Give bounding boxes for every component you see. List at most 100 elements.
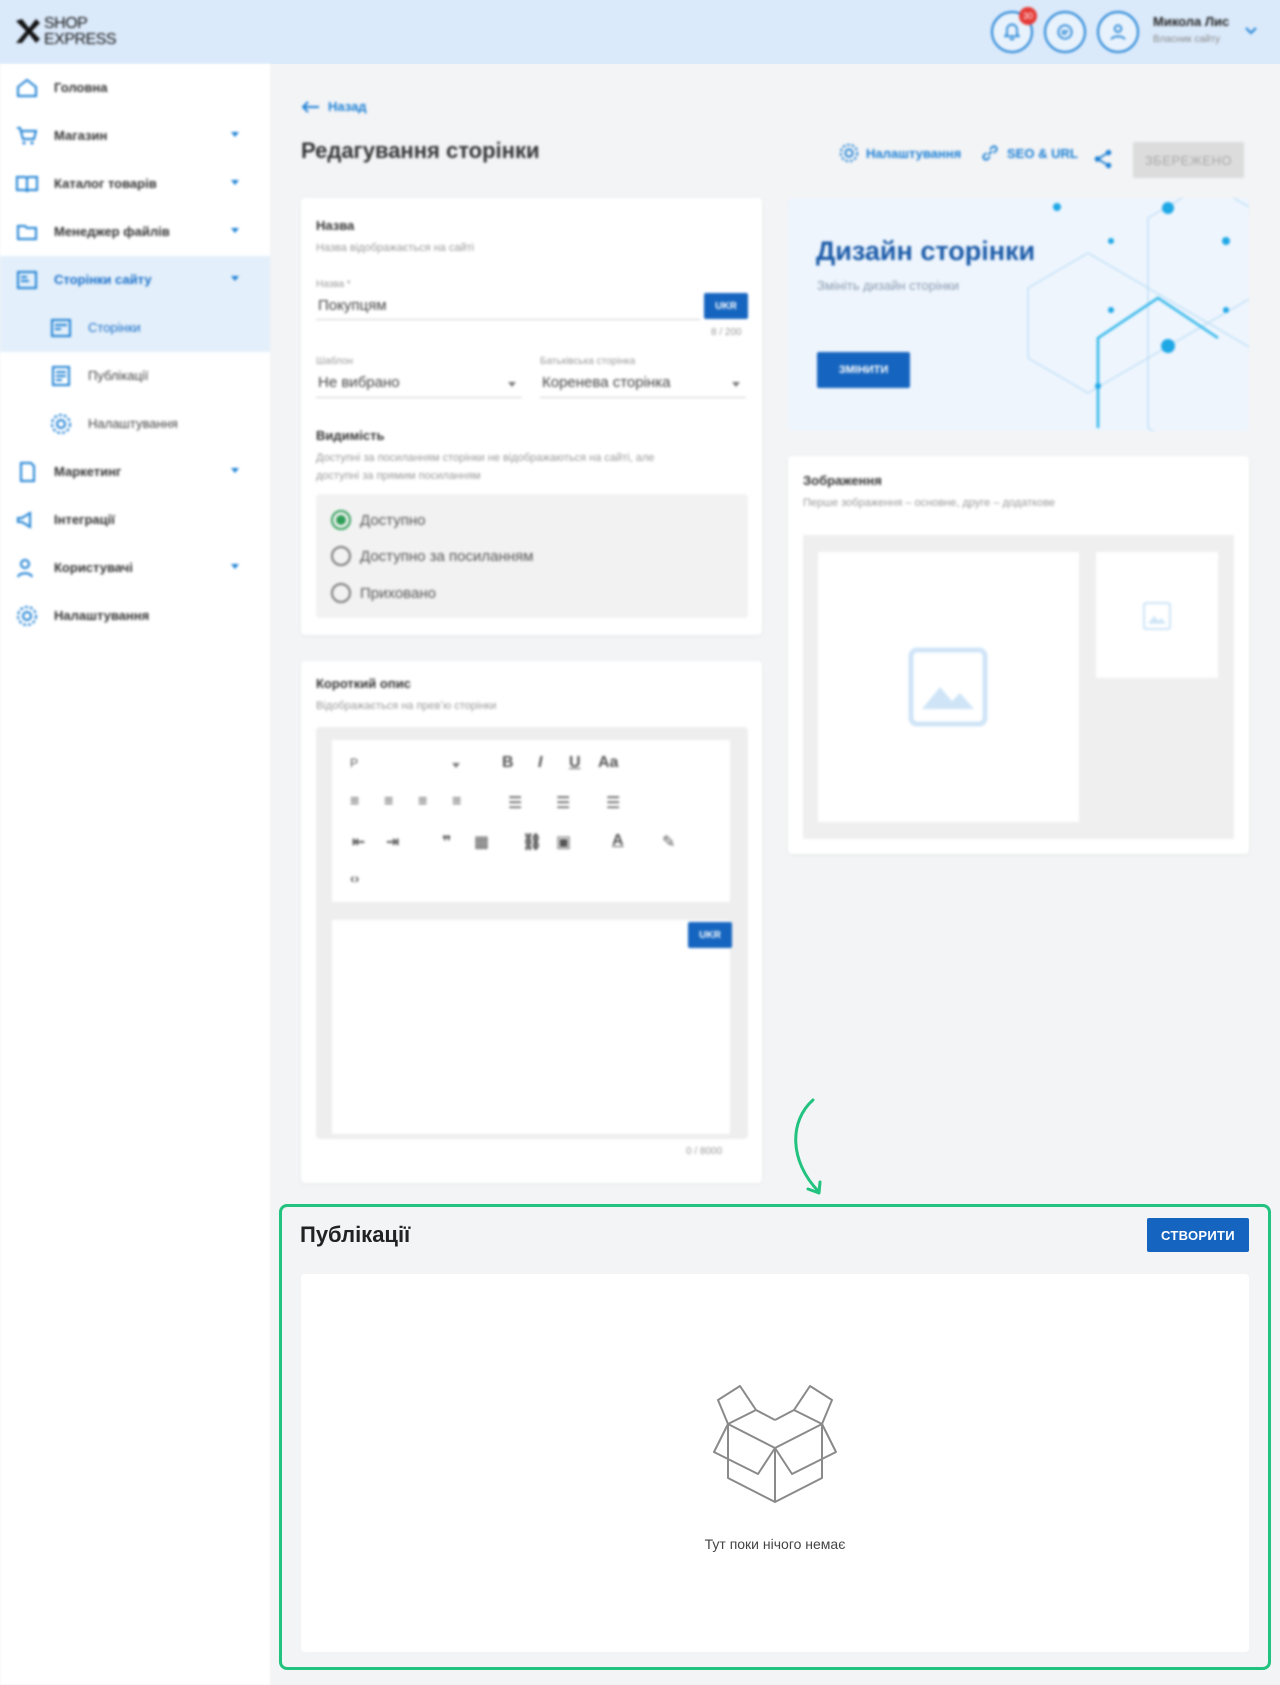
- radio-by-link[interactable]: Доступно за посиланням: [331, 546, 533, 566]
- chevron-down-icon: [231, 132, 239, 137]
- template-underline: [316, 397, 522, 398]
- notifications-button[interactable]: 30: [991, 7, 1037, 53]
- logo-line-2: EXPRESS: [44, 31, 117, 48]
- empty-box-icon: [713, 1385, 837, 1503]
- indent-icon[interactable]: ⇥: [386, 832, 399, 852]
- template-label: Шаблон: [316, 356, 354, 367]
- chevron-down-icon: [231, 468, 239, 473]
- visibility-subtitle-1: Доступні за посиланням сторінки не відоб…: [316, 452, 655, 464]
- chevron-down-icon: [231, 180, 239, 185]
- code-view-icon[interactable]: ‹›: [350, 870, 359, 886]
- messages-button[interactable]: [1044, 11, 1086, 53]
- back-link[interactable]: Назад: [302, 99, 367, 114]
- visibility-title: Видимість: [316, 428, 385, 443]
- sidebar-item-users[interactable]: Користувачі: [0, 544, 270, 592]
- italic-icon[interactable]: I: [538, 754, 542, 772]
- settings-link[interactable]: Налаштування: [838, 142, 961, 164]
- design-title: Дизайн сторінки: [816, 236, 1036, 266]
- megaphone-icon: [17, 511, 31, 529]
- image-placeholder-icon: [908, 647, 988, 727]
- align-justify-icon[interactable]: ≡: [452, 793, 461, 811]
- align-center-icon[interactable]: ≡: [384, 793, 393, 811]
- underline-icon[interactable]: U: [569, 754, 581, 772]
- card-title: Назва: [316, 218, 355, 233]
- bold-icon[interactable]: B: [502, 754, 514, 772]
- sidebar: Головна Магазин Каталог товарів Менеджер…: [0, 64, 270, 1685]
- card-title: Зображення: [803, 473, 882, 488]
- publication-icon: [52, 366, 70, 386]
- users-icon: [17, 559, 33, 578]
- page-title: Редагування сторінки: [301, 138, 540, 163]
- curved-arrow-icon: [794, 1098, 822, 1195]
- arrow-left-icon: [302, 100, 319, 113]
- sidebar-item-site-pages[interactable]: Сторінки сайту: [0, 256, 270, 304]
- text-color-icon[interactable]: A: [612, 832, 624, 850]
- image-icon[interactable]: ▣: [556, 832, 571, 852]
- align-right-icon[interactable]: ≡: [418, 793, 427, 811]
- sidebar-item-catalog[interactable]: Каталог товарів: [0, 160, 270, 208]
- sidebar-item-label: Користувачі: [54, 560, 133, 575]
- line-height-icon[interactable]: ☰: [606, 793, 620, 813]
- language-button[interactable]: UKR: [704, 293, 748, 319]
- book-icon: [16, 176, 38, 193]
- numbered-list-icon[interactable]: ☰: [556, 793, 570, 813]
- user-name[interactable]: Микола Лис: [1153, 14, 1229, 29]
- gear-icon: [51, 414, 71, 434]
- format-select[interactable]: P: [350, 756, 358, 770]
- publications-title: Публікації: [300, 1222, 411, 1247]
- sidebar-item-integrations[interactable]: Інтеграції: [0, 496, 270, 544]
- sidebar-item-shop[interactable]: Магазин: [0, 112, 270, 160]
- highlight-icon[interactable]: ✎: [662, 832, 675, 852]
- chevron-down-icon[interactable]: [1244, 24, 1258, 38]
- name-field-underline: [316, 319, 700, 320]
- hex-network-illustration: [1027, 198, 1249, 431]
- main-image-slot[interactable]: [818, 552, 1079, 822]
- radio-label: Доступно за посиланням: [360, 547, 534, 565]
- radio-label: Доступно: [360, 511, 426, 529]
- sidebar-item-settings[interactable]: Налаштування: [0, 592, 270, 640]
- sidebar-item-page-settings[interactable]: Налаштування: [0, 400, 270, 448]
- radio-available[interactable]: Доступно: [331, 510, 425, 530]
- card-subtitle: Назва відображається на сайті: [316, 242, 475, 254]
- settings-label: Налаштування: [866, 145, 962, 161]
- create-publication-button[interactable]: СТВОРИТИ: [1147, 1218, 1249, 1252]
- name-counter: 8 / 200: [711, 327, 742, 338]
- radio-label: Приховано: [360, 584, 436, 602]
- sidebar-item-marketing[interactable]: Маркетинг: [0, 448, 270, 496]
- radio-hidden[interactable]: Приховано: [331, 583, 436, 603]
- chevron-down-icon: [508, 382, 516, 387]
- gear-icon: [839, 143, 859, 163]
- template-select[interactable]: Не вибрано: [318, 374, 400, 391]
- sidebar-item-files[interactable]: Менеджер файлів: [0, 208, 270, 256]
- card-subtitle: Відображається на превʼю сторінки: [316, 700, 497, 712]
- save-button[interactable]: ЗБЕРЕЖЕНО: [1133, 142, 1244, 178]
- sidebar-item-publications[interactable]: Публікації: [0, 352, 270, 400]
- chevron-down-icon: [452, 763, 460, 768]
- sidebar-item-label: Маркетинг: [54, 464, 122, 479]
- description-editor[interactable]: [332, 920, 730, 1134]
- language-button[interactable]: UKR: [688, 922, 732, 948]
- parent-select[interactable]: Коренева сторінка: [542, 374, 670, 391]
- name-field[interactable]: Покупцям: [318, 297, 387, 314]
- seo-link[interactable]: SEO & URL: [979, 142, 1078, 164]
- link-icon[interactable]: ⛓: [522, 832, 542, 852]
- notification-badge: 30: [1019, 7, 1037, 25]
- sidebar-item-home[interactable]: Головна: [0, 64, 270, 112]
- bell-icon: [1003, 23, 1021, 41]
- cart-icon: [17, 127, 38, 145]
- outdent-icon[interactable]: ⇤: [352, 832, 365, 852]
- bullet-list-icon[interactable]: ☰: [508, 793, 522, 813]
- quote-icon[interactable]: ❞: [442, 832, 451, 852]
- logo[interactable]: SHOP EXPRESS: [14, 16, 117, 48]
- font-size-icon[interactable]: Aa: [598, 754, 618, 772]
- change-design-button[interactable]: ЗМІНИТИ: [817, 352, 910, 388]
- link-icon: [982, 145, 998, 161]
- align-left-icon[interactable]: ≡: [350, 793, 359, 811]
- profile-button[interactable]: [1097, 11, 1139, 53]
- table-icon[interactable]: ▦: [474, 832, 489, 852]
- additional-image-slot[interactable]: [1096, 552, 1218, 678]
- share-icon[interactable]: [1092, 148, 1114, 170]
- sidebar-item-label: Публікації: [88, 368, 149, 383]
- sidebar-item-pages[interactable]: Сторінки: [0, 304, 270, 352]
- sidebar-item-label: Магазин: [54, 128, 108, 143]
